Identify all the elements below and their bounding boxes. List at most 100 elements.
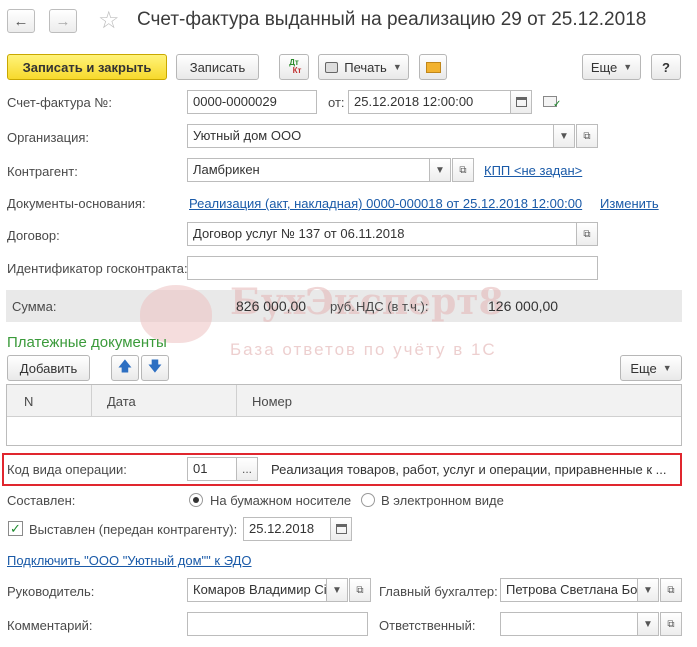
operation-code-label: Код вида операции: (7, 462, 127, 477)
basis-document-link[interactable]: Реализация (акт, накладная) 0000-000018 … (189, 196, 582, 211)
printer-icon (325, 61, 339, 73)
organization-dropdown-button[interactable]: ▼ (553, 124, 575, 148)
move-up-button[interactable]: 🡅 (111, 355, 139, 381)
composed-paper-label: На бумажном носителе (210, 493, 352, 508)
head-dropdown-button[interactable]: ▼ (326, 578, 348, 602)
head-label: Руководитель: (7, 584, 95, 599)
counterparty-field[interactable]: Ламбрикен (187, 158, 430, 182)
chevron-down-icon: ▼ (643, 584, 653, 596)
counterparty-label: Контрагент: (7, 164, 78, 179)
responsible-dropdown-button[interactable]: ▼ (637, 612, 659, 636)
head-field[interactable]: Комаров Владимир Сі (187, 578, 327, 602)
payments-more-button[interactable]: Еще ▼ (620, 355, 682, 381)
connect-edo-link[interactable]: Подключить "ООО "Уютный дом"" к ЭДО (7, 553, 252, 568)
invoice-number-label: Счет-фактура №: (7, 95, 112, 110)
organization-field[interactable]: Уютный дом ООО (187, 124, 554, 148)
checkmark-icon: ✓ (10, 520, 21, 536)
vat-label: НДС (в т.ч.): (356, 299, 429, 314)
change-basis-link[interactable]: Изменить (600, 196, 659, 211)
open-link-icon: ⧉ (583, 130, 591, 142)
payments-section-title: Платежные документы (7, 334, 167, 351)
open-link-icon: ⧉ (667, 618, 675, 630)
organization-open-button[interactable]: ⧉ (576, 124, 598, 148)
help-button[interactable]: ? (651, 54, 681, 80)
watermark-tagline: База ответов по учёту в 1С (230, 340, 497, 359)
column-header-number[interactable]: Номер (252, 394, 292, 409)
date-from-label: от: (328, 95, 345, 110)
add-payment-button[interactable]: Добавить (7, 355, 90, 381)
chevron-down-icon: ▼ (559, 130, 569, 142)
operation-code-description: Реализация товаров, работ, услуг и опера… (271, 462, 667, 477)
composed-paper-radio[interactable] (189, 493, 203, 507)
contract-label: Договор: (7, 228, 60, 243)
chevron-down-icon: ▼ (623, 62, 633, 72)
calendar-icon (515, 97, 527, 107)
issued-label: Выставлен (передан контрагенту): (29, 522, 238, 537)
envelope-icon (425, 61, 441, 73)
composed-electronic-radio[interactable] (361, 493, 375, 507)
more-button[interactable]: Еще ▼ (582, 54, 641, 80)
arrow-right-icon: → (55, 12, 71, 30)
counterparty-open-button[interactable]: ⧉ (452, 158, 474, 182)
chief-accountant-dropdown-button[interactable]: ▼ (637, 578, 659, 602)
checkmark-icon: ✓ (553, 99, 562, 110)
gov-contract-label: Идентификатор госконтракта: (7, 261, 188, 276)
open-link-icon: ⧉ (583, 228, 591, 240)
chevron-down-icon: ▼ (643, 618, 653, 630)
responsible-label: Ответственный: (379, 618, 476, 633)
column-header-n[interactable]: N (24, 394, 33, 409)
arrow-left-icon: ← (13, 12, 29, 30)
print-button[interactable]: Печать ▼ (318, 54, 409, 80)
contract-field[interactable]: Договор услуг № 137 от 06.11.2018 (187, 222, 577, 246)
payments-table[interactable]: N Дата Номер (6, 384, 682, 446)
gov-contract-field[interactable] (187, 256, 598, 280)
window-title: Счет-фактура выданный на реализацию 29 о… (137, 9, 647, 30)
open-link-icon: ⧉ (356, 584, 364, 596)
responsible-field[interactable] (500, 612, 638, 636)
composed-electronic-label: В электронном виде (381, 493, 504, 508)
sum-value: 826 000,00 (236, 298, 307, 314)
move-down-button[interactable]: 🡇 (141, 355, 169, 381)
forward-button[interactable]: → (49, 9, 77, 33)
save-button[interactable]: Записать (176, 54, 259, 80)
open-link-icon: ⧉ (667, 584, 675, 596)
favorite-star-icon[interactable]: ☆ (98, 6, 120, 35)
open-link-icon: ⧉ (459, 164, 467, 176)
basis-documents-label: Документы-основания: (7, 196, 146, 211)
contract-open-button[interactable]: ⧉ (576, 222, 598, 246)
operation-code-select-button[interactable]: ... (236, 457, 258, 481)
dt-kt-button[interactable]: Дт Кт (279, 54, 309, 80)
issued-date-field[interactable]: 25.12.2018 (243, 517, 331, 541)
payments-table-header: N Дата Номер (7, 385, 681, 417)
operation-code-field[interactable]: 01 (187, 457, 237, 481)
composed-label: Составлен: (7, 493, 76, 508)
arrow-down-icon: 🡇 (147, 358, 163, 374)
back-button[interactable]: ← (7, 9, 35, 33)
currency-label: руб. (330, 299, 355, 314)
column-header-date[interactable]: Дата (107, 394, 136, 409)
invoice-number-field[interactable]: 0000-0000029 (187, 90, 317, 114)
vat-value: 126 000,00 (488, 298, 559, 314)
calendar-icon (335, 524, 347, 534)
chief-accountant-label: Главный бухгалтер: (379, 584, 498, 599)
issued-calendar-button[interactable] (330, 517, 352, 541)
comment-label: Комментарий: (7, 618, 93, 633)
email-button[interactable] (419, 54, 447, 80)
chief-accountant-open-button[interactable]: ⧉ (660, 578, 682, 602)
chevron-down-icon: ▼ (662, 363, 672, 373)
responsible-open-button[interactable]: ⧉ (660, 612, 682, 636)
organization-label: Организация: (7, 130, 90, 145)
save-and-close-button[interactable]: Записать и закрыть (7, 54, 167, 80)
head-open-button[interactable]: ⧉ (349, 578, 371, 602)
calendar-button[interactable] (510, 90, 532, 114)
counterparty-dropdown-button[interactable]: ▼ (429, 158, 451, 182)
chevron-down-icon: ▼ (332, 584, 342, 596)
comment-field[interactable] (187, 612, 368, 636)
arrow-up-icon: 🡅 (117, 358, 133, 374)
sum-label: Сумма: (12, 299, 57, 314)
kpp-link[interactable]: КПП <не задан> (484, 163, 582, 178)
chevron-down-icon: ▼ (392, 62, 402, 72)
date-from-field[interactable]: 25.12.2018 12:00:00 (348, 90, 511, 114)
issued-checkbox[interactable]: ✓ (8, 521, 23, 536)
chief-accountant-field[interactable]: Петрова Светлана Бор (500, 578, 638, 602)
